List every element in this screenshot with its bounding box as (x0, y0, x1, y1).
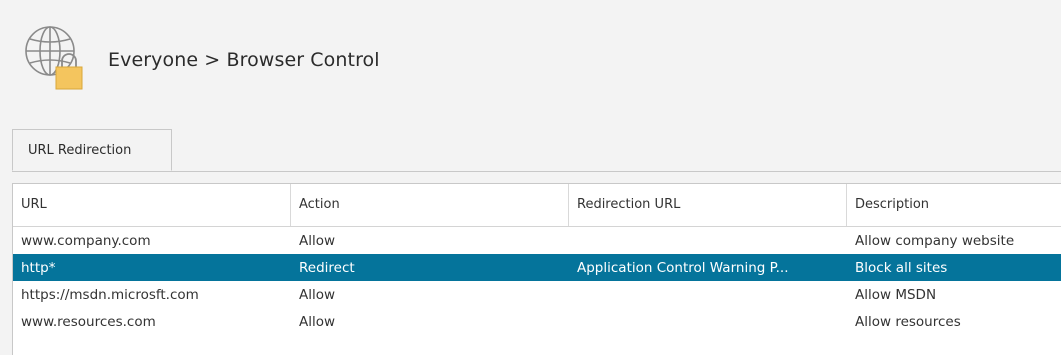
table-header: URL Action Redirection URL Description (13, 184, 1061, 227)
cell-action: Allow (299, 286, 336, 303)
cell-description: Allow resources (855, 313, 961, 330)
page-header: Everyone > Browser Control (22, 20, 380, 100)
cell-description: Allow MSDN (855, 286, 937, 303)
column-header-description[interactable]: Description (847, 184, 1061, 226)
cell-action: Allow (299, 313, 336, 330)
table-row[interactable]: www.company.com Allow Allow company webs… (13, 227, 1061, 254)
table-row[interactable]: https://msdn.microsft.com Allow Allow MS… (13, 281, 1061, 308)
cell-description: Allow company website (855, 232, 1015, 249)
cell-description: Block all sites (855, 259, 948, 276)
cell-url: http* (21, 259, 56, 276)
cell-redirection-url: Application Control Warning P... (577, 259, 789, 276)
globe-lock-icon (25, 26, 83, 90)
column-header-action[interactable]: Action (291, 184, 569, 226)
table-row[interactable]: www.resources.com Allow Allow resources (13, 308, 1061, 335)
table-row-selected[interactable]: http* Redirect Application Control Warni… (13, 254, 1061, 281)
tab-url-redirection[interactable]: URL Redirection (12, 129, 172, 171)
cell-action: Allow (299, 232, 336, 249)
cell-action: Redirect (299, 259, 355, 276)
column-header-redirection-url[interactable]: Redirection URL (569, 184, 847, 226)
column-header-url[interactable]: URL (13, 184, 291, 226)
cell-url: www.company.com (21, 232, 151, 249)
cell-url: www.resources.com (21, 313, 156, 330)
tab-bar: URL Redirection (12, 129, 1061, 172)
page-title: Everyone > Browser Control (108, 49, 380, 71)
url-redirection-table: URL Action Redirection URL Description w… (12, 183, 1061, 355)
cell-url: https://msdn.microsft.com (21, 286, 199, 303)
